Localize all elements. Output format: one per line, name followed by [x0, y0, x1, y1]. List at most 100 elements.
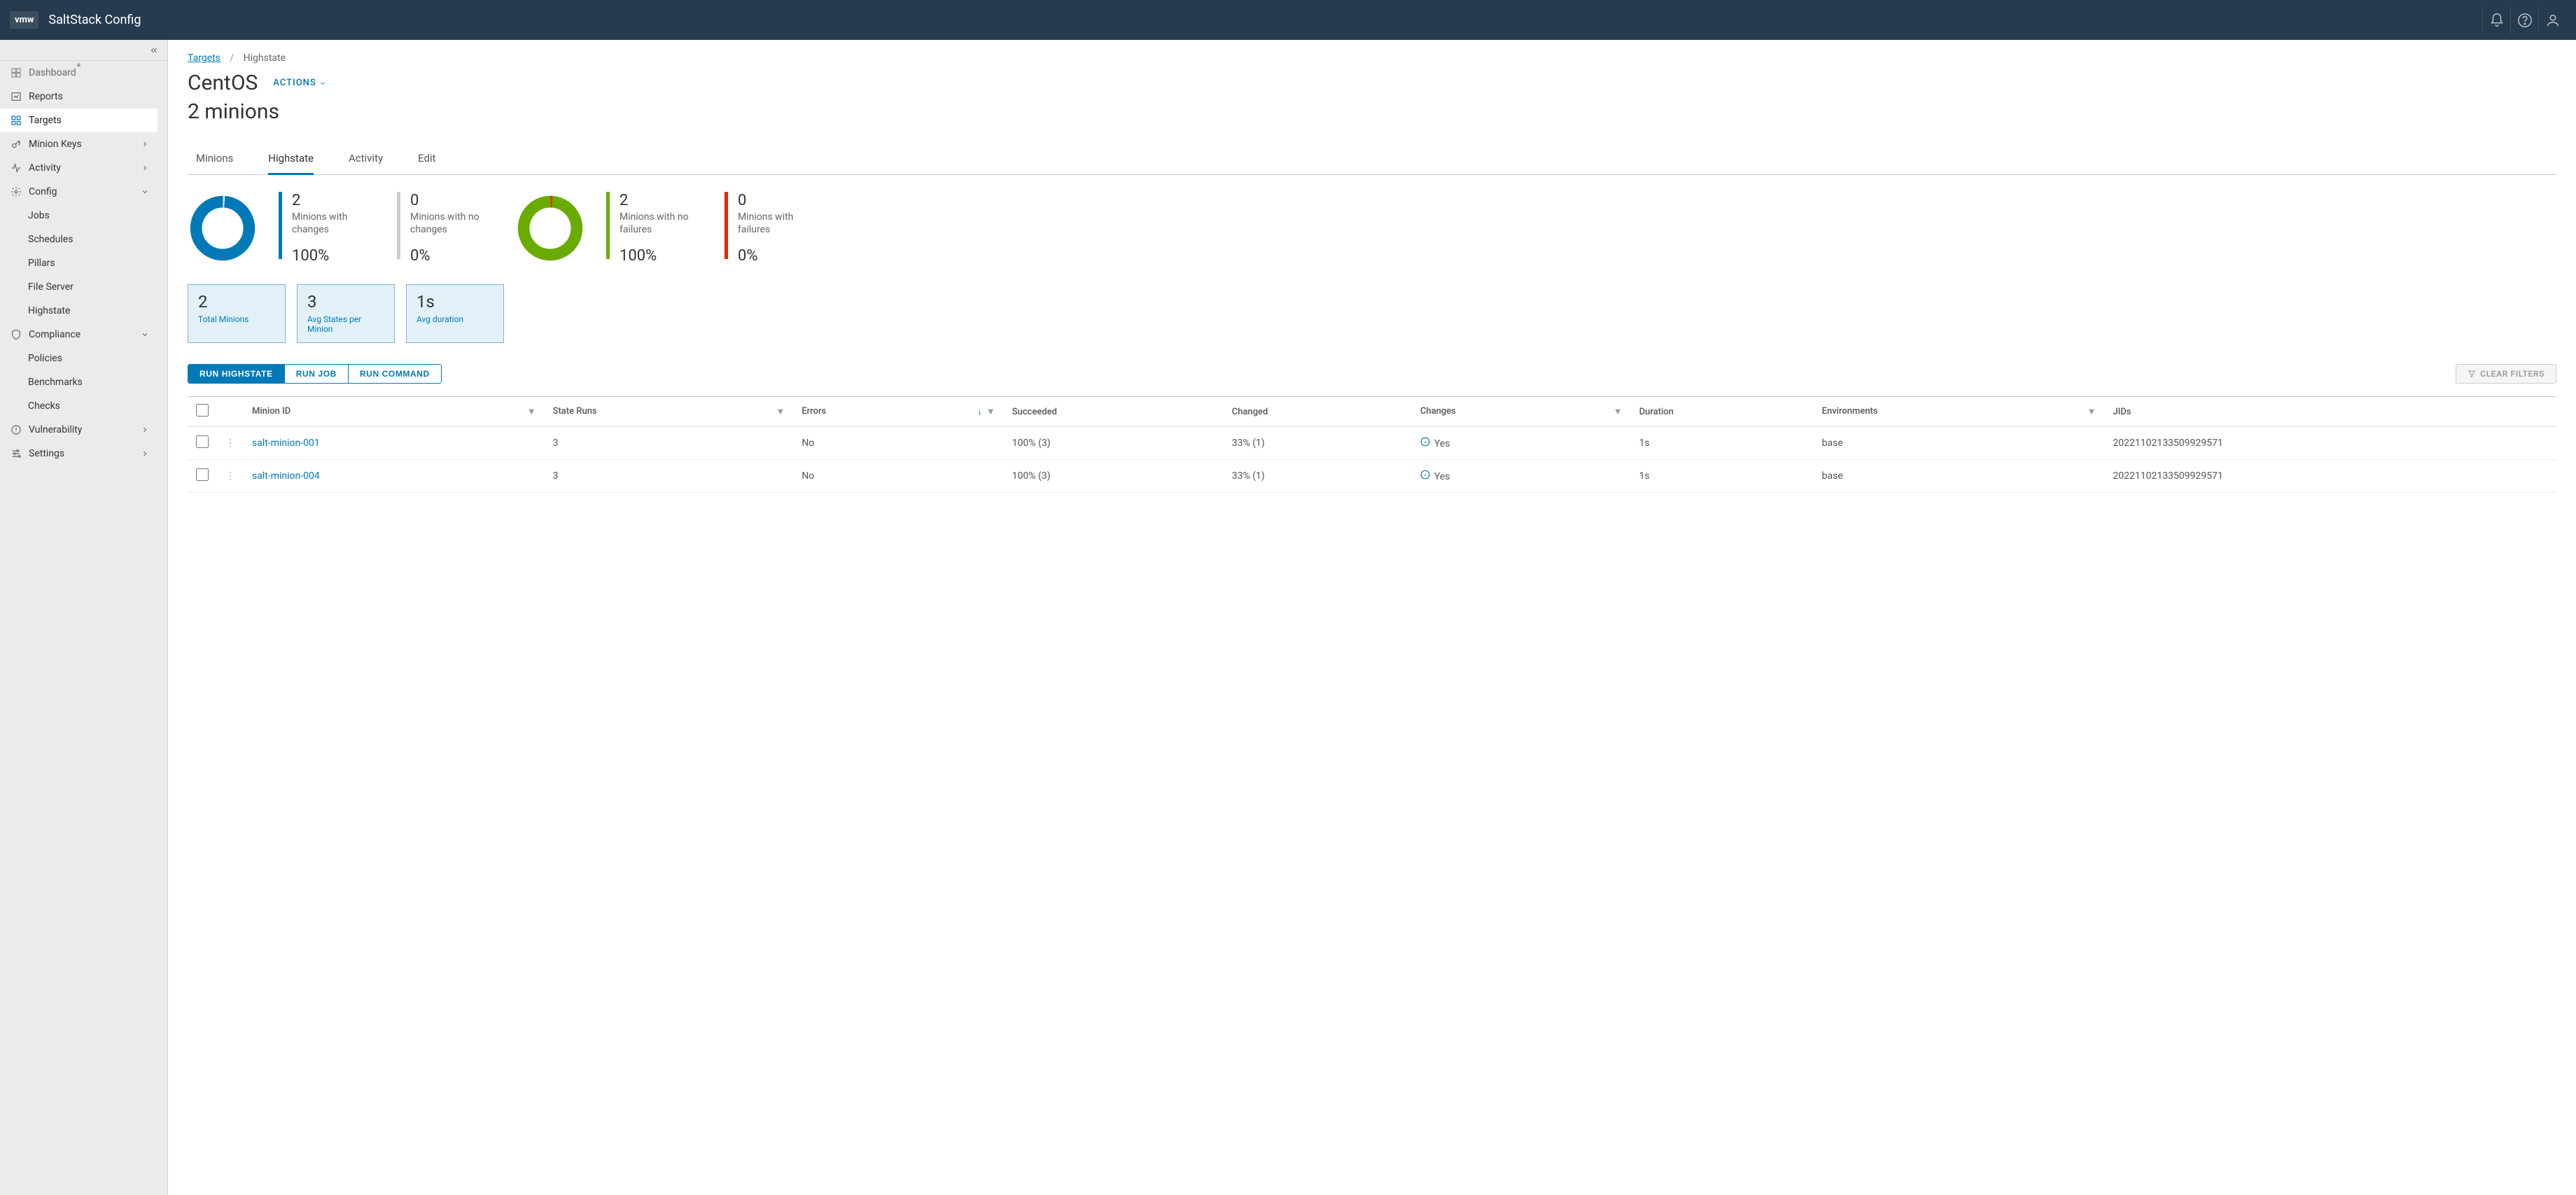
help-icon[interactable] — [2510, 6, 2538, 34]
targets-icon — [9, 115, 23, 126]
card-total-minions[interactable]: 2 Total Minions — [188, 284, 286, 343]
minion-id-link[interactable]: salt-minion-001 — [252, 438, 320, 449]
tab-highstate[interactable]: Highstate — [268, 145, 314, 175]
breadcrumb-root[interactable]: Targets — [188, 53, 220, 64]
sidebar-item-reports[interactable]: Reports — [0, 85, 158, 109]
sidebar-label: Settings — [29, 448, 141, 459]
sidebar-item-config[interactable]: Config — [0, 180, 158, 204]
filter-icon[interactable]: ▼ — [1614, 406, 1623, 417]
sidebar-item-minion-keys[interactable]: Minion Keys — [0, 132, 158, 156]
changes-donut-chart — [188, 193, 258, 263]
keys-icon — [9, 139, 23, 150]
chevron-right-icon — [141, 164, 149, 172]
actions-dropdown[interactable]: ACTIONS — [273, 78, 326, 88]
sidebar-label: Compliance — [29, 329, 141, 340]
row-checkbox[interactable] — [196, 468, 209, 481]
sidebar-sub-policies[interactable]: Policies — [0, 347, 158, 370]
activity-icon — [9, 162, 23, 174]
sidebar-sub-highstate[interactable]: Highstate — [0, 299, 158, 323]
vuln-icon — [9, 424, 23, 435]
user-icon[interactable] — [2538, 6, 2566, 34]
cell-succeeded: 100% (3) — [1004, 427, 1224, 460]
info-icon[interactable] — [1420, 470, 1430, 480]
table-row: ⋮ salt-minion-001 3 No 100% (3) 33% (1) … — [188, 427, 2556, 460]
stat-changes: 2 Minions with changes 100% — [279, 192, 376, 265]
cell-jids: 20221102133509929571 — [2104, 460, 2556, 493]
tab-activity[interactable]: Activity — [349, 145, 383, 174]
cell-changed: 33% (1) — [1224, 427, 1412, 460]
cell-environments: base — [1814, 460, 2105, 493]
cell-state-runs: 3 — [545, 427, 794, 460]
sidebar-item-vulnerability[interactable]: Vulnerability — [0, 418, 158, 442]
chevron-right-icon — [141, 140, 149, 148]
sidebar-sub-benchmarks[interactable]: Benchmarks — [0, 370, 158, 394]
sidebar-label: Dashboard — [29, 67, 149, 78]
minions-table: Minion ID▼ State Runs▼ Errors▼↓ Succeede… — [188, 396, 2556, 493]
cell-succeeded: 100% (3) — [1004, 460, 1224, 493]
sidebar-item-activity[interactable]: Activity — [0, 156, 158, 180]
card-avg-duration[interactable]: 1s Avg duration — [406, 284, 504, 343]
run-highstate-button[interactable]: RUN HIGHSTATE — [188, 365, 284, 383]
sidebar-item-dashboard[interactable]: Dashboard — [0, 61, 158, 85]
select-all-checkbox[interactable] — [196, 404, 209, 417]
shield-icon — [9, 329, 23, 340]
table-row: ⋮ salt-minion-004 3 No 100% (3) 33% (1) … — [188, 460, 2556, 493]
cell-changes: Yes — [1412, 460, 1631, 493]
chevron-down-icon — [141, 330, 149, 339]
page-title: CentOS — [188, 71, 258, 95]
cell-changes: Yes — [1412, 427, 1631, 460]
cell-changed: 33% (1) — [1224, 460, 1412, 493]
sort-down-icon[interactable]: ↓ — [977, 406, 982, 417]
filter-icon[interactable]: ▼ — [527, 406, 536, 417]
chevron-right-icon — [141, 449, 149, 458]
filter-icon — [2468, 370, 2476, 378]
button-group: RUN HIGHSTATE RUN JOB RUN COMMAND — [188, 364, 442, 384]
sidebar-label: Activity — [29, 162, 141, 174]
tab-edit[interactable]: Edit — [418, 145, 435, 174]
tabs: Minions Highstate Activity Edit — [188, 145, 2556, 175]
sidebar-sub-pillars[interactable]: Pillars — [0, 251, 158, 275]
collapse-sidebar-icon[interactable] — [149, 46, 159, 55]
row-menu-icon[interactable]: ⋮ — [225, 470, 235, 482]
sidebar-item-targets[interactable]: Targets — [0, 109, 158, 132]
sidebar-label: Targets — [29, 115, 149, 126]
chevron-right-icon — [141, 426, 149, 434]
sidebar-sub-schedules[interactable]: Schedules — [0, 228, 158, 251]
breadcrumb-current: Highstate — [244, 53, 286, 64]
sidebar-sub-jobs[interactable]: Jobs — [0, 204, 158, 228]
settings-icon — [9, 448, 23, 459]
cell-errors: No — [793, 460, 1003, 493]
filter-icon[interactable]: ▼ — [776, 406, 785, 417]
run-job-button[interactable]: RUN JOB — [284, 365, 348, 383]
filter-icon[interactable]: ▼ — [986, 406, 995, 417]
app-title: SaltStack Config — [48, 13, 141, 27]
cell-duration: 1s — [1631, 427, 1814, 460]
sidebar-label: Vulnerability — [29, 424, 141, 435]
notifications-icon[interactable] — [2482, 6, 2510, 34]
cell-jids: 20221102133509929571 — [2104, 427, 2556, 460]
run-command-button[interactable]: RUN COMMAND — [348, 365, 441, 383]
row-menu-icon[interactable]: ⋮ — [225, 438, 235, 449]
sidebar-label: Minion Keys — [29, 139, 141, 150]
sidebar-item-compliance[interactable]: Compliance — [0, 323, 158, 347]
main-content: Targets / Highstate CentOS ACTIONS 2 min… — [168, 40, 2576, 1195]
cell-environments: base — [1814, 427, 2105, 460]
tab-minions[interactable]: Minions — [196, 145, 233, 174]
filter-icon[interactable]: ▼ — [2087, 406, 2096, 417]
cell-errors: No — [793, 427, 1003, 460]
card-avg-states[interactable]: 3 Avg States per Minion — [297, 284, 395, 343]
sidebar-item-settings[interactable]: Settings — [0, 442, 158, 466]
clear-filters-button[interactable]: CLEAR FILTERS — [2456, 364, 2556, 384]
stat-no-changes: 0 Minions with no changes 0% — [397, 192, 494, 265]
info-icon[interactable] — [1420, 437, 1430, 447]
row-checkbox[interactable] — [196, 435, 209, 448]
vmw-logo: vmw — [10, 11, 38, 29]
breadcrumb: Targets / Highstate — [188, 53, 2556, 64]
sidebar: ▲ Dashboard Reports Targets Minion Keys … — [0, 40, 168, 1195]
sidebar-sub-file-server[interactable]: File Server — [0, 275, 158, 299]
cell-state-runs: 3 — [545, 460, 794, 493]
minion-id-link[interactable]: salt-minion-004 — [252, 470, 320, 482]
reports-icon — [9, 91, 23, 102]
sidebar-sub-checks[interactable]: Checks — [0, 394, 158, 418]
failures-donut-chart — [515, 193, 585, 263]
